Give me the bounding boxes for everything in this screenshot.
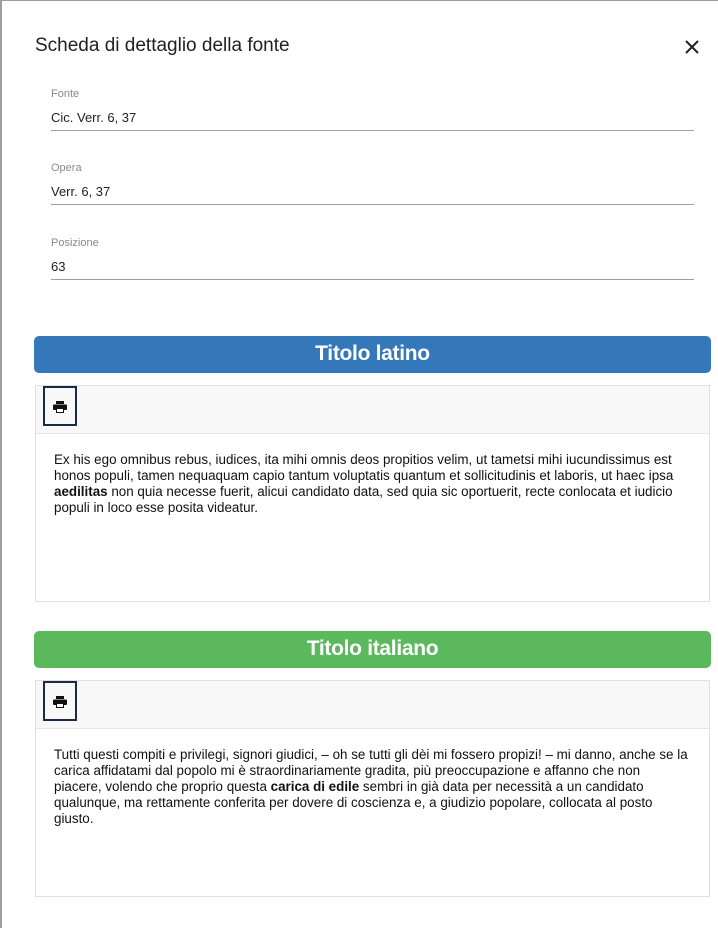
- italian-print-button[interactable]: [43, 681, 77, 721]
- italian-text-panel: Tutti questi compiti e privilegi, signor…: [35, 680, 710, 897]
- opera-field[interactable]: Opera Verr. 6, 37: [51, 161, 694, 205]
- latin-text-panel: Ex his ego omnibus rebus, iudices, ita m…: [35, 385, 710, 602]
- italian-title-header: Titolo italiano: [34, 631, 711, 668]
- fonte-label: Fonte: [51, 88, 80, 100]
- dialog-title: Scheda di dettaglio della fonte: [35, 35, 290, 56]
- latin-text-after: non quia necesse fuerit, alicui candidat…: [54, 484, 673, 515]
- latin-print-button[interactable]: [43, 386, 77, 426]
- opera-label: Opera: [51, 162, 82, 174]
- posizione-label: Posizione: [51, 237, 99, 249]
- opera-value: Verr. 6, 37: [51, 184, 111, 199]
- italian-text: Tutti questi compiti e privilegi, signor…: [36, 729, 709, 827]
- dialog-header: Scheda di dettaglio della fonte: [35, 33, 705, 61]
- italian-text-bold: carica di edile: [270, 779, 360, 794]
- close-button[interactable]: [679, 33, 705, 61]
- source-detail-dialog: Scheda di dettaglio della fonte Fonte Ci…: [0, 0, 718, 928]
- close-icon: [685, 40, 699, 54]
- print-icon: [53, 696, 67, 708]
- print-icon: [53, 401, 67, 413]
- latin-toolbar: [36, 386, 709, 434]
- posizione-value: 63: [51, 259, 66, 274]
- latin-text-before: Ex his ego omnibus rebus, iudices, ita m…: [54, 452, 674, 483]
- fonte-field[interactable]: Fonte Cic. Verr. 6, 37: [51, 87, 694, 131]
- latin-title-header: Titolo latino: [34, 336, 711, 373]
- latin-text: Ex his ego omnibus rebus, iudices, ita m…: [36, 434, 709, 516]
- latin-text-bold: aedilitas: [54, 484, 108, 499]
- italian-toolbar: [36, 681, 709, 729]
- fonte-value: Cic. Verr. 6, 37: [51, 110, 137, 125]
- posizione-field[interactable]: Posizione 63: [51, 236, 694, 280]
